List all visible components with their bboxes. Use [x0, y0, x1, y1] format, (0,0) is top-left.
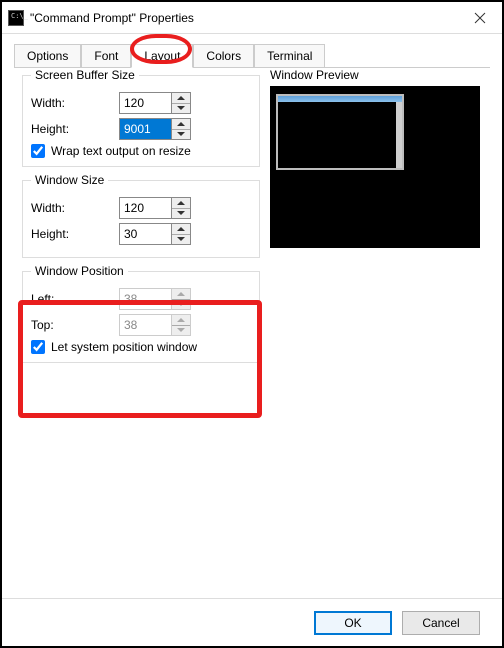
spinner-winpos-left	[119, 288, 191, 310]
input-winpos-top	[119, 314, 171, 336]
tab-layout[interactable]: Layout	[131, 44, 193, 68]
spinner-winsize-height[interactable]	[119, 223, 191, 245]
group-window-size: Window Size Width: Height:	[22, 173, 260, 258]
input-winpos-left	[119, 288, 171, 310]
label-winsize-width: Width:	[31, 201, 119, 215]
spinner-buffer-width[interactable]	[119, 92, 191, 114]
spinner-winsize-width[interactable]	[119, 197, 191, 219]
checkbox-wrap-text[interactable]: Wrap text output on resize	[31, 144, 251, 158]
ok-button[interactable]: OK	[314, 611, 392, 635]
spinner-up-icon	[172, 289, 190, 299]
legend-winsize: Window Size	[31, 173, 108, 187]
input-winsize-height[interactable]	[119, 223, 171, 245]
tab-terminal[interactable]: Terminal	[254, 44, 325, 67]
window-preview-group: Window Preview	[270, 68, 480, 248]
checkbox-auto-position[interactable]: Let system position window	[31, 340, 251, 354]
spinner-winpos-top	[119, 314, 191, 336]
spinner-down-icon[interactable]	[172, 103, 190, 114]
label-preview: Window Preview	[270, 68, 480, 82]
close-button[interactable]	[458, 2, 502, 33]
left-column: Screen Buffer Size Width: Height:	[22, 68, 260, 369]
command-prompt-icon	[8, 10, 24, 26]
input-winsize-width[interactable]	[119, 197, 171, 219]
label-auto: Let system position window	[51, 340, 197, 354]
layout-page: Screen Buffer Size Width: Height:	[14, 68, 490, 594]
window-title: "Command Prompt" Properties	[30, 11, 458, 25]
spinner-down-icon	[172, 299, 190, 310]
spinner-down-icon[interactable]	[172, 234, 190, 245]
spinner-up-icon[interactable]	[172, 119, 190, 129]
tab-colors[interactable]: Colors	[193, 44, 254, 67]
spinner-buffer-height[interactable]	[119, 118, 191, 140]
spinner-up-icon	[172, 315, 190, 325]
label-winsize-height: Height:	[31, 227, 119, 241]
preview-console-window	[276, 94, 404, 170]
group-window-position: Window Position Left: Top:	[22, 264, 260, 363]
dialog-footer: OK Cancel	[2, 598, 502, 646]
legend-winpos: Window Position	[31, 264, 128, 278]
spinner-down-icon	[172, 325, 190, 336]
tab-font[interactable]: Font	[81, 44, 131, 67]
checkbox-auto-input[interactable]	[31, 340, 45, 354]
preview-screen	[270, 86, 480, 248]
spinner-up-icon[interactable]	[172, 224, 190, 234]
spinner-down-icon[interactable]	[172, 129, 190, 140]
spinner-up-icon[interactable]	[172, 93, 190, 103]
tab-options[interactable]: Options	[14, 44, 81, 67]
input-buffer-height[interactable]	[119, 118, 171, 140]
spinner-up-icon[interactable]	[172, 198, 190, 208]
group-screen-buffer-size: Screen Buffer Size Width: Height:	[22, 68, 260, 167]
checkbox-wrap-input[interactable]	[31, 144, 45, 158]
label-winpos-left: Left:	[31, 292, 119, 306]
label-buffer-width: Width:	[31, 96, 119, 110]
cancel-button[interactable]: Cancel	[402, 611, 480, 635]
label-wrap: Wrap text output on resize	[51, 144, 191, 158]
label-buffer-height: Height:	[31, 122, 119, 136]
input-buffer-width[interactable]	[119, 92, 171, 114]
spinner-down-icon[interactable]	[172, 208, 190, 219]
tabstrip: Options Font Layout Colors Terminal	[14, 42, 490, 68]
legend-buffer: Screen Buffer Size	[31, 68, 139, 82]
titlebar: "Command Prompt" Properties	[2, 2, 502, 34]
label-winpos-top: Top:	[31, 318, 119, 332]
